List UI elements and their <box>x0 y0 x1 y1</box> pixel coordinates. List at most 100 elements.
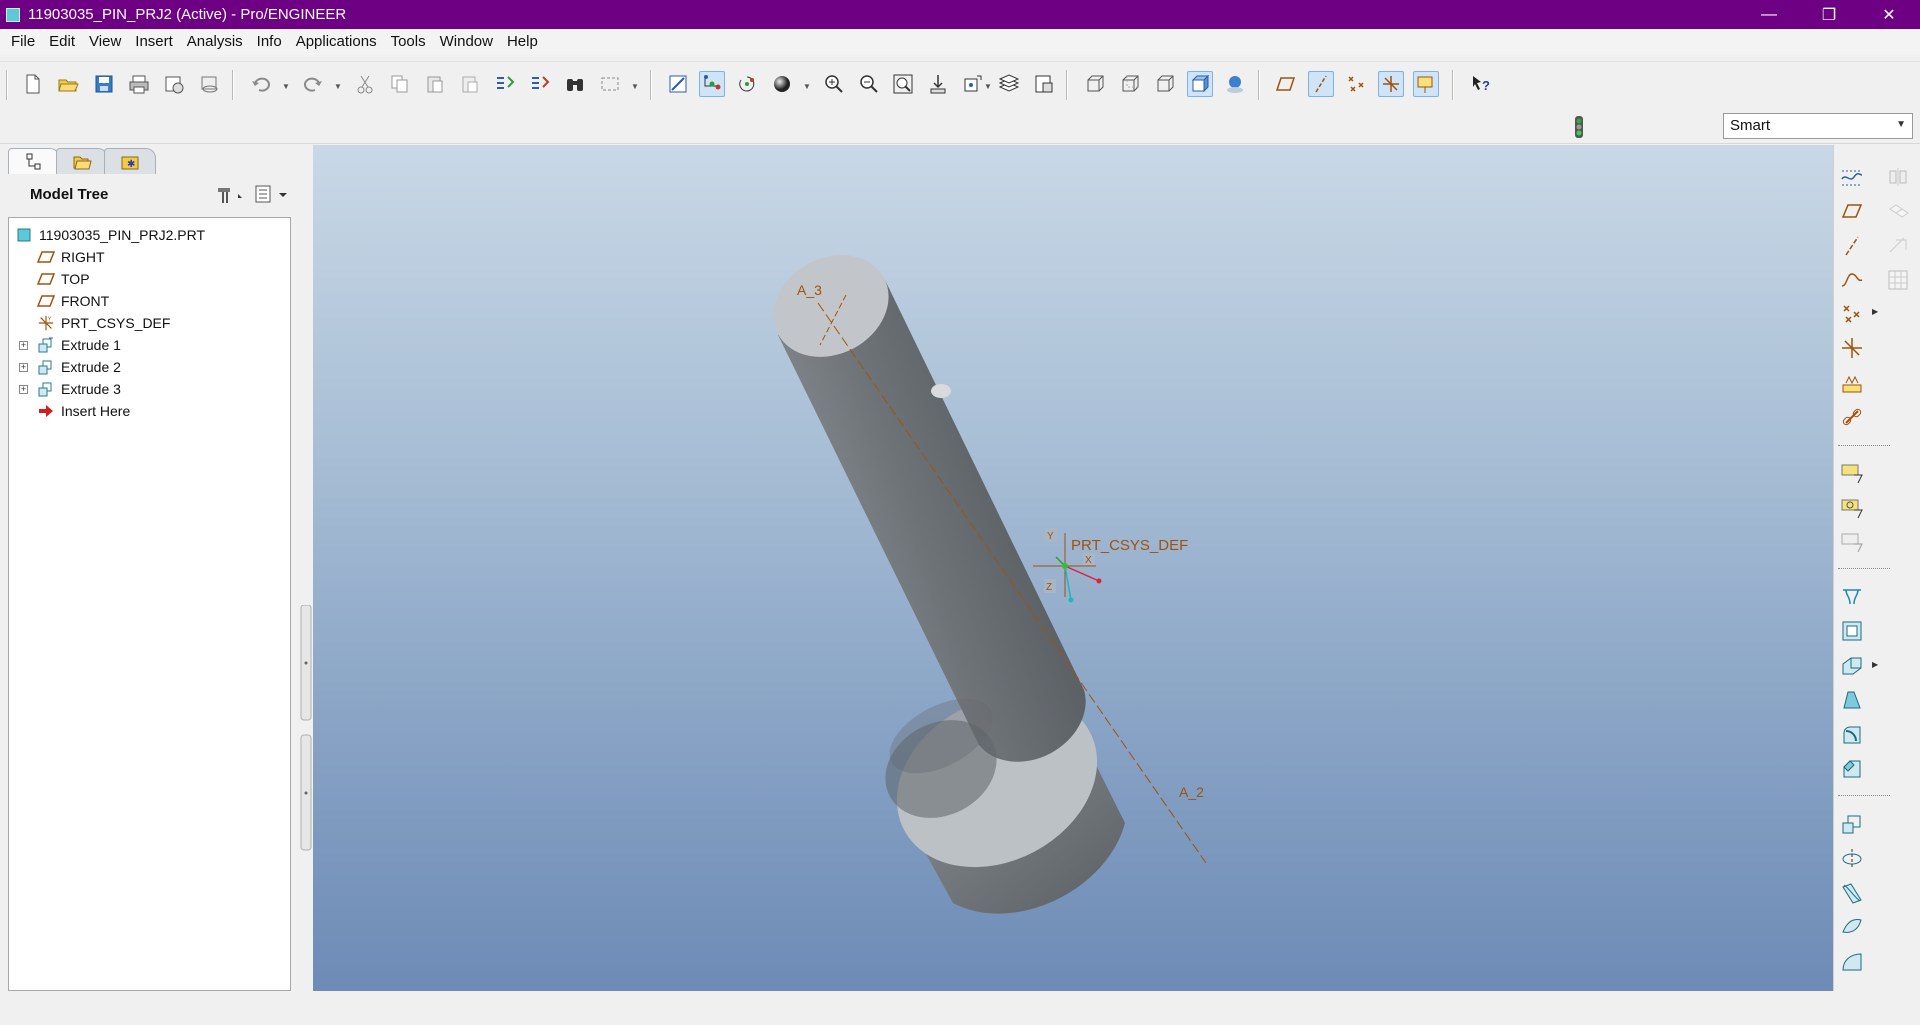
tree-item-extrude-1[interactable]: Extrude 1 <box>37 334 121 356</box>
hole-tool-button[interactable] <box>1838 583 1866 611</box>
tree-item-part[interactable]: 11903035_PIN_PRJ2.PRT <box>15 224 205 246</box>
zoom-out-button[interactable] <box>856 71 882 97</box>
menu-info[interactable]: Info <box>250 29 289 55</box>
menu-analysis[interactable]: Analysis <box>180 29 250 55</box>
shaded-button[interactable] <box>1187 71 1213 97</box>
minimize-button[interactable]: — <box>1740 0 1798 29</box>
merge-tool-button[interactable] <box>1884 197 1912 225</box>
trim-tool-button[interactable] <box>1884 232 1912 260</box>
pin-hole[interactable] <box>931 384 951 398</box>
graphics-window[interactable]: A_3 A_2 Y X Z PRT_CSYS_DEF <box>313 145 1833 991</box>
select-dropdown-icon[interactable]: ▼ <box>631 82 639 91</box>
menu-window[interactable]: Window <box>433 29 500 55</box>
send-link-button[interactable] <box>197 71 223 97</box>
tab-favorites[interactable]: ✱ <box>104 148 156 174</box>
annotations-toggle[interactable] <box>1413 71 1439 97</box>
close-button[interactable]: ✕ <box>1860 0 1918 29</box>
chamfer-tool-button[interactable] <box>1838 755 1866 783</box>
sketch-tool-button[interactable] <box>1838 163 1866 191</box>
coordinate-system[interactable]: Y X Z PRT_CSYS_DEF <box>1033 528 1188 603</box>
axis-label-bottom[interactable]: A_2 <box>1179 784 1204 800</box>
round-tool-button[interactable] <box>1838 721 1866 749</box>
undo-dropdown-icon[interactable]: ▼ <box>282 82 290 91</box>
cut-button[interactable] <box>352 71 378 97</box>
paste-special-button[interactable] <box>457 71 483 97</box>
boundary-blend-button[interactable] <box>1838 948 1866 976</box>
point-flyout-icon[interactable]: ▶ <box>1872 307 1878 316</box>
print-button[interactable] <box>126 71 152 97</box>
restore-button[interactable]: ❐ <box>1800 0 1858 29</box>
tab-model-tree[interactable] <box>8 148 60 174</box>
tree-item-right[interactable]: RIGHT <box>37 246 105 268</box>
menu-view[interactable]: View <box>82 29 128 55</box>
regenerate-button[interactable] <box>492 71 518 97</box>
tree-item-extrude-3[interactable]: Extrude 3 <box>37 378 121 400</box>
traffic-light-icon[interactable] <box>1572 114 1586 140</box>
copy-button[interactable] <box>387 71 413 97</box>
expand-icon[interactable]: + <box>19 341 28 350</box>
draft-tool-button[interactable] <box>1838 686 1866 714</box>
expand-icon[interactable]: + <box>19 385 28 394</box>
reference-feature-button[interactable] <box>1838 403 1866 431</box>
redo-dropdown-icon[interactable]: ▼ <box>334 82 342 91</box>
reorient-button[interactable] <box>925 71 951 97</box>
settings-button[interactable] <box>211 183 251 205</box>
show-button[interactable] <box>251 183 291 205</box>
shading-button[interactable] <box>769 71 795 97</box>
csys-tool-button[interactable] <box>1838 334 1866 362</box>
rib-tool-button[interactable] <box>1838 652 1866 680</box>
enhanced-realism-button[interactable] <box>1222 71 1248 97</box>
csys-toggle[interactable] <box>1378 71 1404 97</box>
menu-help[interactable]: Help <box>500 29 545 55</box>
layers-button[interactable] <box>996 71 1022 97</box>
datum-points-toggle[interactable] <box>1343 71 1369 97</box>
analysis-feature-button[interactable] <box>1838 369 1866 397</box>
views-dropdown-icon[interactable]: ▼ <box>984 82 992 91</box>
annotation-datum-button[interactable] <box>1838 494 1866 522</box>
expand-icon[interactable]: + <box>19 363 28 372</box>
zoom-in-button[interactable] <box>821 71 847 97</box>
repaint-button[interactable] <box>665 71 691 97</box>
orient-mode-button[interactable] <box>734 71 760 97</box>
select-box-button[interactable] <box>597 71 623 97</box>
find-button[interactable] <box>562 71 588 97</box>
no-hidden-button[interactable] <box>1152 71 1178 97</box>
datum-axes-toggle[interactable] <box>1308 71 1334 97</box>
menu-file[interactable]: File <box>4 29 42 55</box>
refit-button[interactable] <box>890 71 916 97</box>
extrude-tool-button[interactable] <box>1838 810 1866 838</box>
datum-planes-toggle[interactable] <box>1273 71 1299 97</box>
redo-button[interactable] <box>300 71 326 97</box>
selection-filter-select[interactable]: Smart ▼ <box>1723 113 1913 139</box>
menu-insert[interactable]: Insert <box>128 29 180 55</box>
datum-point-tool-button[interactable] <box>1838 300 1866 328</box>
saved-views-button[interactable] <box>960 71 986 97</box>
revolve-tool-button[interactable] <box>1838 845 1866 873</box>
paste-button[interactable] <box>422 71 448 97</box>
tree-item-insert-here[interactable]: Insert Here <box>37 400 130 422</box>
tree-item-front[interactable]: FRONT <box>37 290 109 312</box>
rib-flyout-icon[interactable]: ▶ <box>1872 660 1878 669</box>
pin-shaft[interactable] <box>755 235 1086 836</box>
mirror-tool-button[interactable] <box>1884 163 1912 191</box>
blend-tool-button[interactable] <box>1838 914 1866 942</box>
annotation-element-button[interactable] <box>1838 528 1866 556</box>
datum-axis-tool-button[interactable] <box>1838 232 1866 260</box>
menu-edit[interactable]: Edit <box>42 29 82 55</box>
panel-splitter[interactable] <box>300 605 312 1025</box>
tree-item-top[interactable]: TOP <box>37 268 90 290</box>
shading-dropdown-icon[interactable]: ▼ <box>803 82 811 91</box>
context-help-button[interactable]: ? <box>1468 71 1494 97</box>
new-file-button[interactable] <box>20 71 46 97</box>
regen-manager-button[interactable] <box>527 71 553 97</box>
pattern-tool-button[interactable] <box>1884 266 1912 294</box>
axis-label-top[interactable]: A_3 <box>797 282 822 298</box>
view-manager-button[interactable] <box>1031 71 1057 97</box>
menu-applications[interactable]: Applications <box>289 29 384 55</box>
save-button[interactable] <box>91 71 117 97</box>
sweep-tool-button[interactable] <box>1838 879 1866 907</box>
datum-plane-tool-button[interactable] <box>1838 197 1866 225</box>
wireframe-button[interactable] <box>1082 71 1108 97</box>
send-mail-button[interactable] <box>161 71 187 97</box>
datum-curve-tool-button[interactable] <box>1838 266 1866 294</box>
